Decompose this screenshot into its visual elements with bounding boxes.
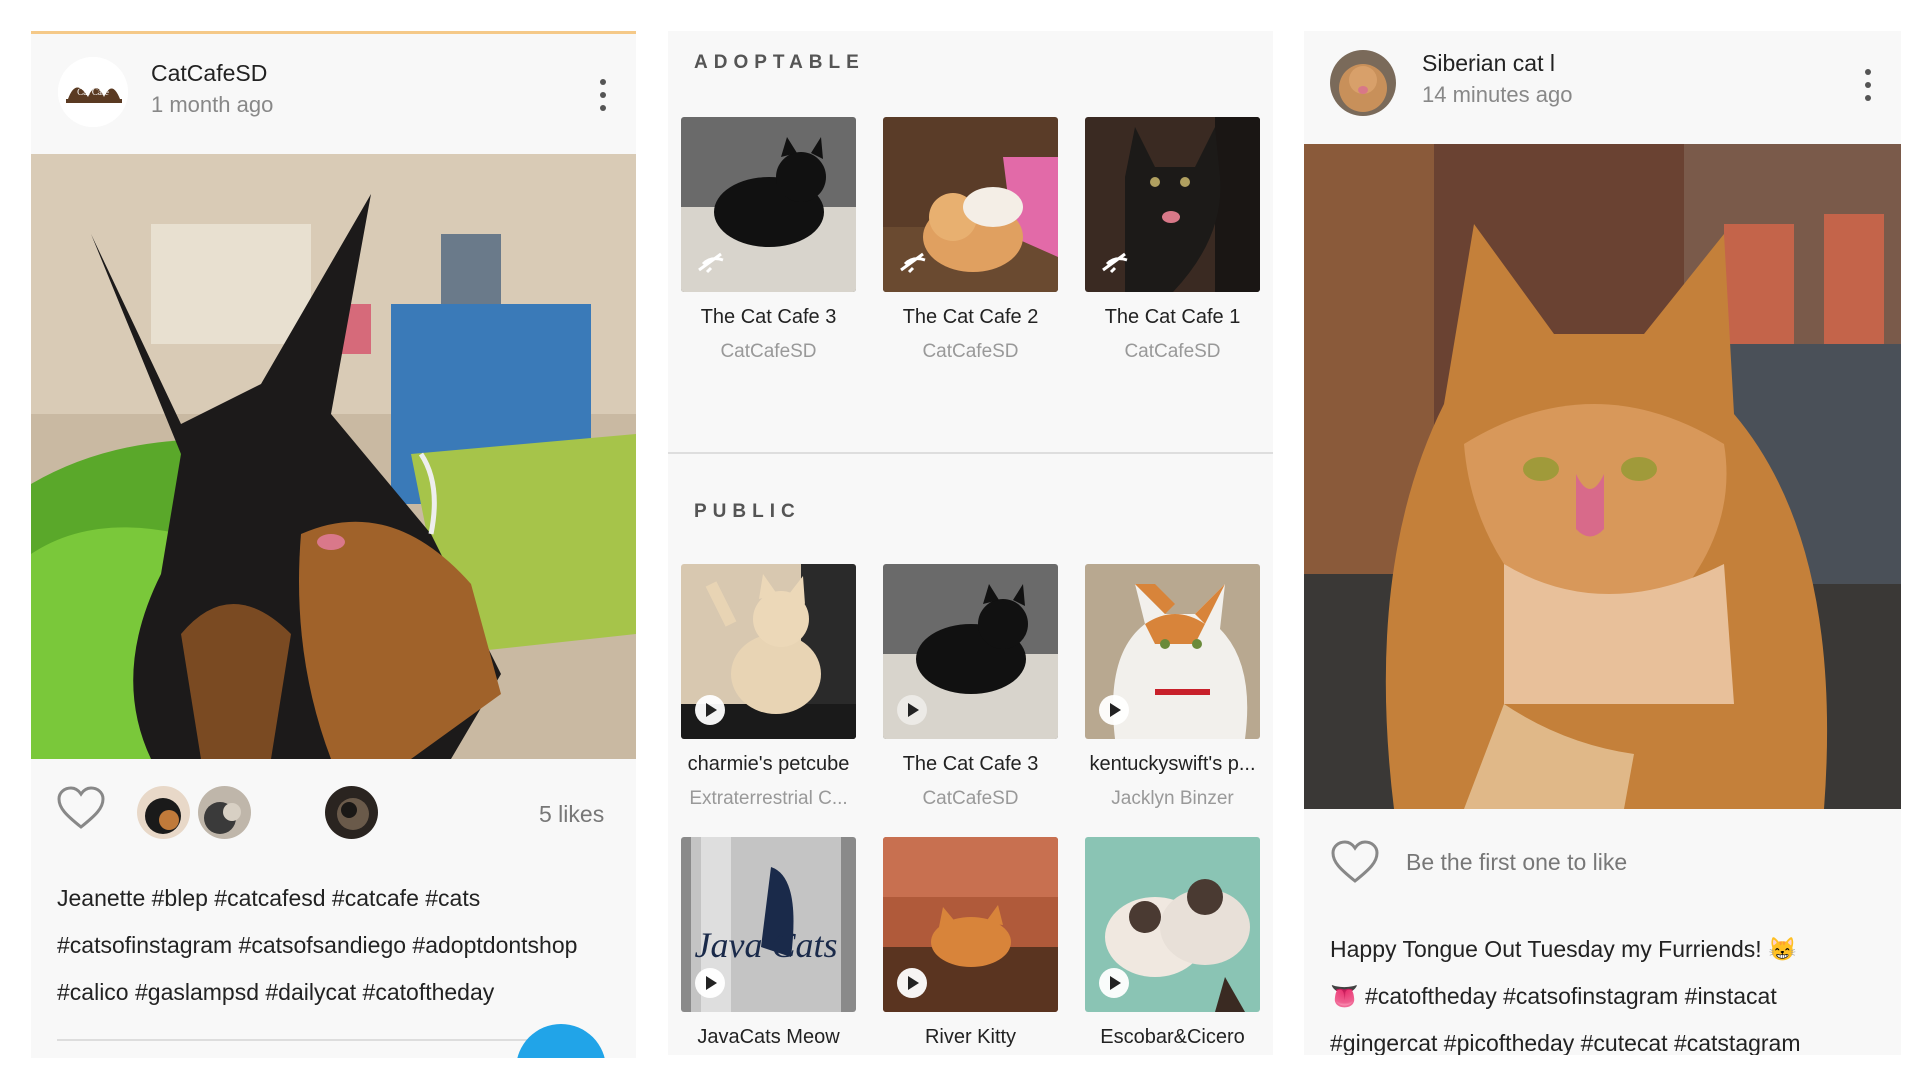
post-caption: Jeanette #blep #catcafesd #catcafe #cats…	[57, 875, 577, 1016]
likers-avatars	[137, 786, 378, 839]
camera-owner: CatCafeSD	[922, 341, 1019, 362]
camera-title: The Cat Cafe 2	[902, 306, 1039, 328]
more-vert-icon[interactable]	[1863, 69, 1873, 101]
camera-owner: CatCafeSD	[720, 341, 817, 362]
offline-camera-icon	[1101, 250, 1133, 276]
svg-text:Cat Cafe: Cat Cafe	[77, 87, 109, 97]
camera-tile[interactable]: River Kitty	[883, 837, 1058, 1049]
camera-title: kentuckyswift's p...	[1089, 753, 1256, 775]
camera-title: charmie's petcube	[687, 753, 850, 775]
camera-title: The Cat Cafe 3	[700, 306, 837, 328]
avatar[interactable]	[1330, 50, 1396, 116]
play-icon[interactable]	[1099, 968, 1129, 998]
camera-tile[interactable]: The Cat Cafe 3 CatCafeSD	[681, 117, 856, 363]
camera-tile[interactable]: Escobar&Cicero	[1085, 837, 1260, 1049]
action-fab-button[interactable]	[516, 1024, 606, 1058]
post-time: 14 minutes ago	[1422, 82, 1573, 107]
play-icon[interactable]	[897, 695, 927, 725]
camera-title: The Cat Cafe 1	[1104, 306, 1241, 328]
heart-outline-icon[interactable]	[56, 785, 106, 836]
section-title-public: PUBLIC	[694, 501, 801, 522]
camera-owner: CatCafeSD	[922, 788, 1019, 809]
post-photo[interactable]	[1304, 144, 1901, 809]
post-caption: Happy Tongue Out Tuesday my Furriends! 😸…	[1330, 926, 1801, 1055]
caption-line: Jeanette #blep #catcafesd #catcafe #cats	[57, 885, 481, 911]
post-header: Siberian cat l 14 minutes ago	[1304, 31, 1901, 144]
liker-avatar[interactable]	[198, 786, 251, 839]
play-icon[interactable]	[1099, 695, 1129, 725]
caption-line: 👅 #catoftheday #catsofinstagram #instaca…	[1330, 983, 1777, 1009]
post-time: 1 month ago	[151, 92, 274, 117]
camera-thumbnail[interactable]	[883, 564, 1058, 739]
camera-thumbnail[interactable]	[1085, 564, 1260, 739]
heart-outline-icon[interactable]	[1330, 839, 1380, 890]
camera-owner: Jacklyn Binzer	[1111, 788, 1234, 809]
camera-title: Escobar&Cicero	[1100, 1026, 1245, 1048]
camera-gallery: ADOPTABLE The Cat Cafe 3 CatCafeSD The C…	[668, 31, 1273, 1055]
feed-post-right: Siberian cat l 14 minutes ago Be the fir…	[1304, 31, 1901, 1055]
camera-thumbnail[interactable]	[681, 564, 856, 739]
camera-thumbnail[interactable]	[1085, 117, 1260, 292]
camera-owner: Extraterrestrial C...	[689, 788, 848, 809]
camera-thumbnail[interactable]: Java Cats	[681, 837, 856, 1012]
camera-owner: CatCafeSD	[1124, 341, 1221, 362]
camera-title: The Cat Cafe 3	[902, 753, 1039, 775]
camera-tile[interactable]: The Cat Cafe 3 CatCafeSD	[883, 564, 1058, 810]
like-prompt[interactable]: Be the first one to like	[1406, 849, 1627, 876]
section-divider	[668, 452, 1273, 454]
caption-line: Happy Tongue Out Tuesday my Furriends! 😸	[1330, 936, 1797, 962]
post-author[interactable]: Siberian cat l	[1422, 50, 1555, 77]
camera-thumbnail[interactable]	[1085, 837, 1260, 1012]
play-icon[interactable]	[897, 968, 927, 998]
camera-thumbnail[interactable]	[883, 117, 1058, 292]
offline-camera-icon	[899, 250, 931, 276]
camera-tile[interactable]: Java Cats JavaCats Meow	[681, 837, 856, 1049]
divider	[57, 1039, 557, 1041]
play-icon[interactable]	[695, 968, 725, 998]
camera-title: JavaCats Meow	[697, 1026, 840, 1048]
avatar[interactable]: Cat Cafe	[58, 57, 128, 127]
feed-post-left: Cat Cafe CatCafeSD 1 month ago 5 likes J…	[31, 31, 636, 1058]
camera-tile[interactable]: The Cat Cafe 2 CatCafeSD	[883, 117, 1058, 363]
post-author[interactable]: CatCafeSD	[151, 60, 267, 87]
more-vert-icon[interactable]	[598, 79, 608, 111]
camera-tile[interactable]: The Cat Cafe 1 CatCafeSD	[1085, 117, 1260, 363]
camera-tile[interactable]: kentuckyswift's p... Jacklyn Binzer	[1085, 564, 1260, 810]
likes-count[interactable]: 5 likes	[539, 801, 604, 828]
section-title-adoptable: ADOPTABLE	[694, 52, 865, 73]
camera-thumbnail[interactable]	[883, 837, 1058, 1012]
camera-thumbnail[interactable]	[681, 117, 856, 292]
caption-line: #calico #gaslampsd #dailycat #catoftheda…	[57, 979, 495, 1005]
caption-line: #gingercat #picoftheday #cutecat #catsta…	[1330, 1030, 1801, 1055]
post-photo[interactable]	[31, 154, 636, 759]
camera-tile[interactable]: charmie's petcube Extraterrestrial C...	[681, 564, 856, 810]
offline-camera-icon	[697, 250, 729, 276]
caption-line: #catsofinstagram #catsofsandiego #adoptd…	[57, 932, 578, 958]
liker-avatar[interactable]	[137, 786, 190, 839]
svg-text:Java Cats: Java Cats	[695, 925, 838, 965]
liker-avatar[interactable]	[325, 786, 378, 839]
play-icon[interactable]	[695, 695, 725, 725]
post-header: Cat Cafe CatCafeSD 1 month ago	[31, 34, 636, 154]
camera-title: River Kitty	[924, 1026, 1017, 1048]
